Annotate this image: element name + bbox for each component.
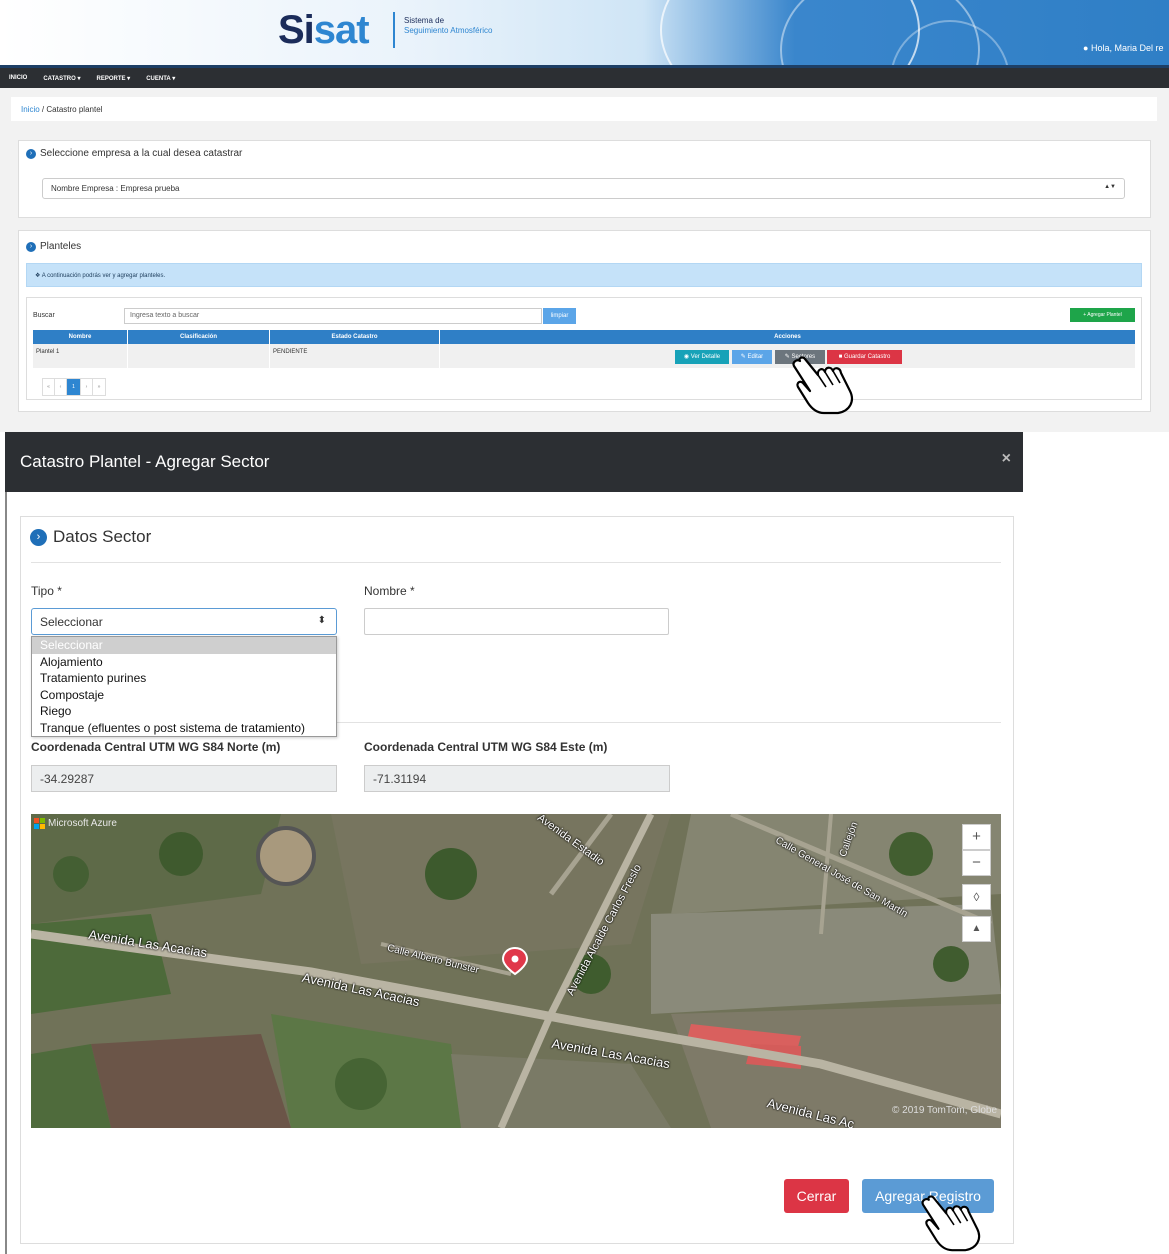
agregar-sector-modal: Catastro Plantel - Agregar Sector × › Dat… [5,432,1023,1254]
select-arrows-icon: ⬍ [317,615,326,626]
cell-nombre: Plantel 1 [33,344,128,368]
modal-border [5,492,7,1254]
datos-sector-title: › Datos Sector [30,527,151,547]
nav-item-reporte[interactable]: REPORTE ▾ [96,75,130,82]
column-header[interactable]: Clasificación [128,330,270,344]
edit-icon: ✎ [740,354,746,360]
logo-subtitle: Sistema de Seguimiento Atmosférico [404,16,493,35]
nombre-input[interactable] [364,608,669,635]
breadcrumb-current: Catastro plantel [46,105,103,114]
pitch-button[interactable]: ▲ [962,916,991,942]
cell-estado: PENDIENTE [270,344,440,368]
column-header[interactable]: Nombre [33,330,128,344]
tipo-option[interactable]: Tranque (efluentes o post sistema de tra… [32,720,336,737]
divider [31,562,1001,563]
cell-clasificacion [128,344,270,368]
clear-search-button[interactable]: limpiar [543,308,576,324]
sisat-logo[interactable]: Sisat [278,8,370,53]
compass-button[interactable]: ◊ [962,884,991,910]
search-input[interactable]: Ingresa texto a buscar [124,308,542,324]
empresa-select[interactable]: Nombre Empresa : Empresa prueba ▲▼ [42,178,1125,199]
info-icon: ❖ [35,273,41,279]
tipo-dropdown-list: Seleccionar Alojamiento Tratamiento puri… [31,636,337,737]
chevron-right-icon: › [26,148,36,159]
chevron-right-icon: › [30,528,47,546]
este-label: Coordenada Central UTM WG S84 Este (m) [364,740,608,754]
page-prev[interactable]: ‹ [55,379,67,395]
modal-header: Catastro Plantel - Agregar Sector × [5,432,1023,492]
tipo-option[interactable]: Compostaje [32,687,336,704]
page-last[interactable]: » [93,379,105,395]
nombre-label: Nombre * [364,584,415,598]
tipo-option[interactable]: Alojamiento [32,654,336,671]
logo-divider [393,12,395,48]
user-icon: ● [1083,43,1089,53]
planteles-panel-title: › Planteles [26,241,81,252]
nav-item-inicio[interactable]: INICIO [9,75,27,81]
tipo-label: Tipo * [31,584,62,598]
map-imagery [31,814,1001,1128]
nav-item-catastro[interactable]: CATASTRO ▾ [43,75,80,82]
info-alert: ❖ A continuación podrás ver y agregar pl… [26,263,1142,287]
user-greeting[interactable]: ● Hola, Maria Del re [1083,43,1163,53]
tipo-select[interactable]: Seleccionar ⬍ [31,608,337,635]
este-input[interactable]: -71.31194 [364,765,670,792]
page-first[interactable]: « [43,379,55,395]
table-row: Plantel 1 PENDIENTE [33,344,1135,368]
column-header: Acciones [774,334,801,340]
cerrar-button[interactable]: Cerrar [784,1179,849,1213]
eye-icon: ◉ [683,354,690,360]
close-icon[interactable]: × [1002,450,1011,468]
norte-input[interactable]: -34.29287 [31,765,337,792]
breadcrumb-home[interactable]: Inicio [21,105,40,114]
map-copyright: © 2019 TomTom, Globe [891,1105,997,1116]
breadcrumb-separator: / [41,105,45,114]
page-next[interactable]: › [81,379,93,395]
column-header[interactable]: Estado Catastro [270,330,440,344]
empresa-panel-title: › Seleccione empresa a la cual desea cata… [26,148,242,159]
select-arrows-icon: ▲▼ [1104,184,1116,190]
breadcrumb: Inicio / Catastro plantel [11,97,1157,121]
chevron-right-icon: › [26,241,36,252]
nav-item-cuenta[interactable]: CUENTA ▾ [146,75,175,82]
zoom-in-button[interactable]: + [962,824,991,850]
page-1[interactable]: 1 [67,379,81,395]
satellite-map[interactable]: Microsoft Azure Avenida Las Acacias Aven… [31,814,1001,1128]
norte-label: Coordenada Central UTM WG S84 Norte (m) [31,740,281,754]
pointer-hand-icon [921,1195,981,1252]
main-nav: INICIO CATASTRO ▾ REPORTE ▾ CUENTA ▾ [0,65,1169,88]
editar-button[interactable]: ✎ Editar [732,350,772,364]
tipo-option[interactable]: Tratamiento purines [32,670,336,687]
pagination: « ‹ 1 › » [42,378,106,396]
table-header: Nombre Clasificación Estado Catastro Acc… [33,330,1135,344]
tipo-option[interactable]: Riego [32,703,336,720]
map-provider-logo: Microsoft Azure [34,818,117,829]
add-plantel-button[interactable]: + Agregar Plantel [1070,308,1135,322]
tipo-option[interactable]: Seleccionar [32,637,336,654]
modal-title: Catastro Plantel - Agregar Sector [20,452,270,471]
zoom-out-button[interactable]: − [962,850,991,876]
pointer-hand-icon [792,356,854,415]
plantel-page: Sisat Sistema de Seguimiento Atmosférico … [0,0,1169,432]
site-header: Sisat Sistema de Seguimiento Atmosférico … [0,0,1169,65]
ver-detalle-button[interactable]: ◉ Ver Detalle [675,350,729,364]
search-label: Buscar [33,312,55,319]
